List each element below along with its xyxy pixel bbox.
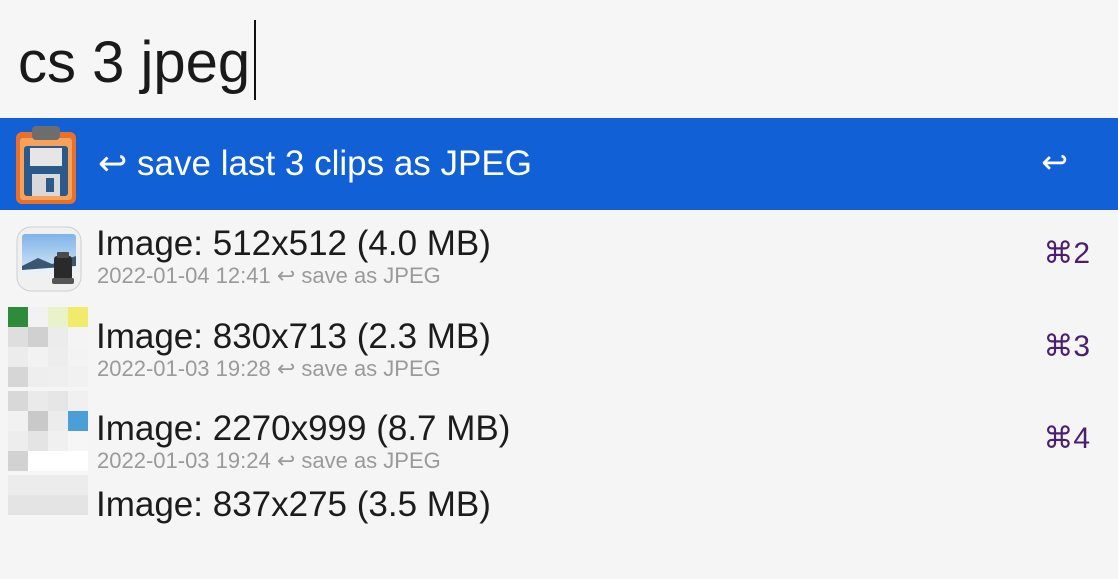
shortcut-label: ⌘4 bbox=[1043, 422, 1090, 455]
image-thumbnail-icon bbox=[8, 475, 88, 515]
search-bar[interactable]: cs 3 jpeg bbox=[0, 0, 1118, 119]
results-list: ↩ save last 3 clips as JPEG ↩ Image: 512… bbox=[0, 118, 1118, 579]
result-row-selected[interactable]: ↩ save last 3 clips as JPEG ↩ bbox=[0, 118, 1118, 210]
image-thumbnail-icon bbox=[8, 391, 88, 471]
result-title: Image: 837x275 (3.5 MB) bbox=[96, 485, 491, 524]
result-subtitle: 2022-01-04 12:41 ↩ save as JPEG bbox=[97, 263, 441, 288]
result-row[interactable]: Image: 837x275 (3.5 MB) bbox=[0, 475, 1118, 579]
preview-app-icon bbox=[16, 226, 82, 297]
result-title: ↩ save last 3 clips as JPEG bbox=[98, 144, 532, 183]
result-title: Image: 830x713 (2.3 MB) bbox=[96, 317, 491, 356]
shortcut-label: ⌘2 bbox=[1043, 237, 1090, 270]
text-caret bbox=[254, 20, 256, 100]
image-thumbnail-icon bbox=[8, 307, 88, 387]
result-title: Image: 2270x999 (8.7 MB) bbox=[96, 409, 511, 448]
result-row[interactable]: Image: 2270x999 (8.7 MB) 2022-01-03 19:2… bbox=[0, 391, 1118, 487]
clipboard-floppy-icon bbox=[14, 124, 78, 211]
search-input[interactable]: cs 3 jpeg bbox=[18, 28, 250, 98]
shortcut-label: ⌘3 bbox=[1043, 330, 1090, 363]
result-subtitle: 2022-01-03 19:28 ↩ save as JPEG bbox=[97, 356, 441, 381]
result-subtitle: 2022-01-03 19:24 ↩ save as JPEG bbox=[97, 448, 441, 473]
result-row[interactable]: Image: 512x512 (4.0 MB) 2022-01-04 12:41… bbox=[0, 210, 1118, 303]
result-row[interactable]: Image: 830x713 (2.3 MB) 2022-01-03 19:28… bbox=[0, 303, 1118, 395]
enter-shortcut: ↩ bbox=[1041, 144, 1068, 180]
result-title: Image: 512x512 (4.0 MB) bbox=[96, 224, 491, 263]
